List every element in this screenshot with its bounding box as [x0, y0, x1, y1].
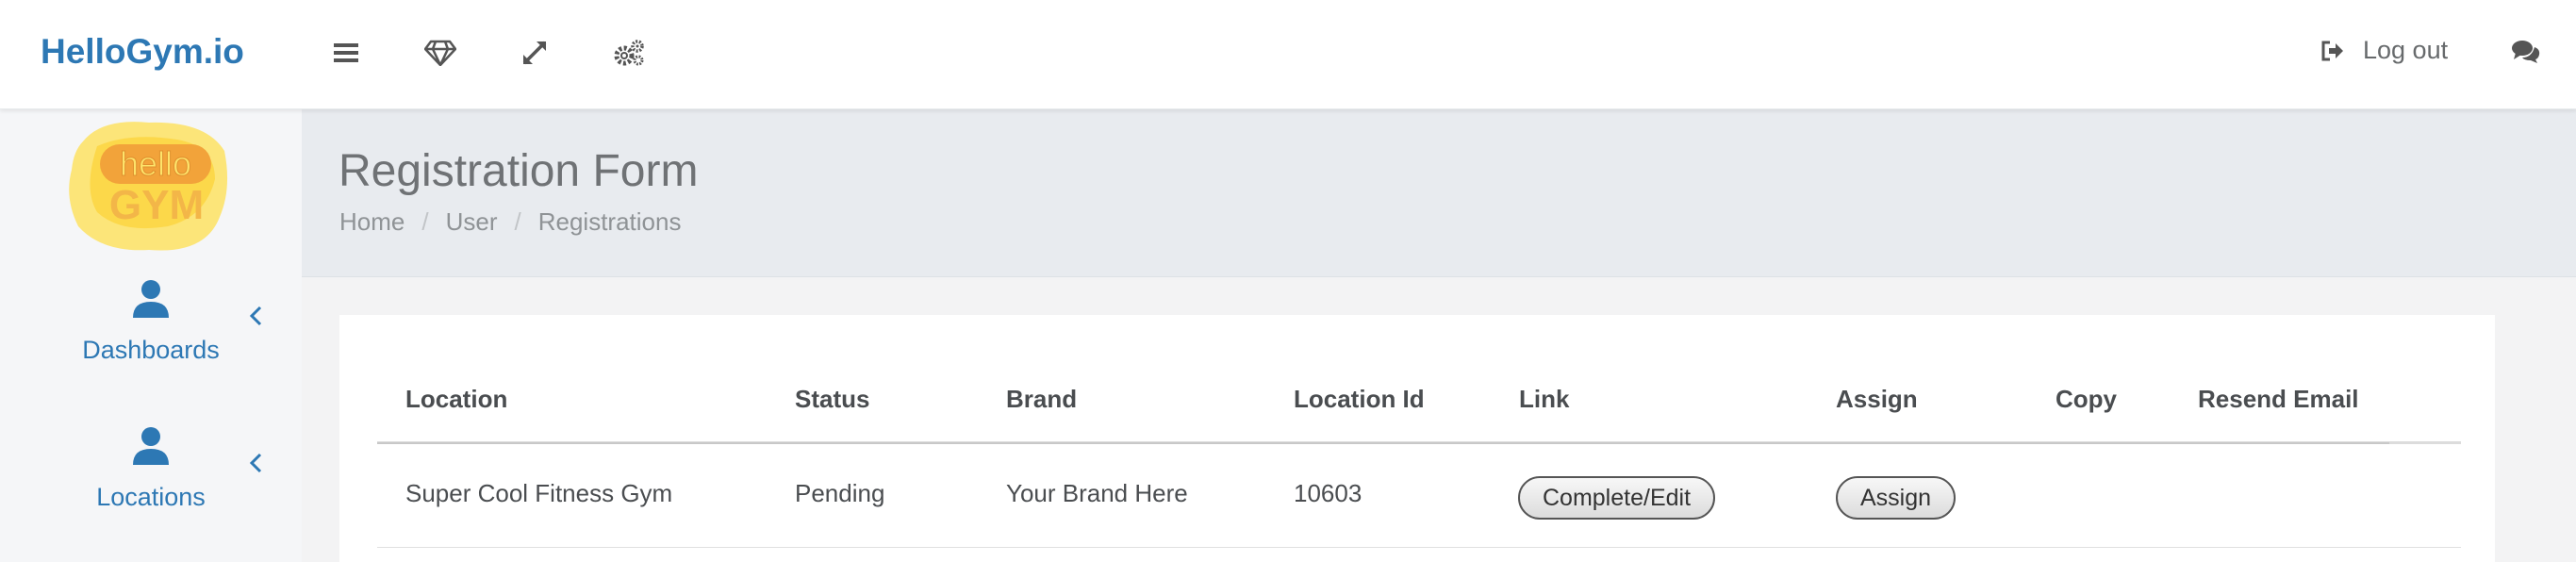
complete-edit-button[interactable]: Complete/Edit: [1518, 476, 1716, 520]
expand-icon[interactable]: [514, 32, 555, 74]
page-heading: Registration Form Home / User / Registra…: [302, 109, 2576, 277]
column-header-resend-email: Resend Email: [2198, 385, 2359, 413]
column-header-link: Link: [1519, 385, 1570, 413]
user-icon: [133, 280, 169, 318]
column-header-location-id: Location Id: [1294, 385, 1425, 413]
logout-link[interactable]: Log out: [2321, 36, 2448, 65]
column-header-status: Status: [795, 385, 870, 413]
top-navbar: HelloGym.io Log out: [0, 0, 2576, 109]
cell-status: Pending: [795, 479, 885, 507]
breadcrumb-registrations: Registrations: [537, 207, 682, 236]
cell-location-id: 10603: [1294, 479, 1362, 507]
svg-text:GYM: GYM: [109, 182, 204, 228]
user-icon: [133, 427, 169, 465]
table-row-divider: [377, 547, 2461, 548]
cell-location: Super Cool Fitness Gym: [405, 479, 673, 507]
comments-icon[interactable]: [2512, 40, 2540, 69]
breadcrumb-separator: /: [421, 207, 429, 236]
logout-label: Log out: [2363, 36, 2449, 64]
breadcrumb-separator: /: [514, 207, 521, 236]
sidebar-item-label: Dashboards: [82, 336, 220, 364]
chevron-left-icon: [249, 453, 262, 473]
table-header-divider: [377, 442, 2389, 444]
breadcrumb: Home / User / Registrations: [339, 207, 681, 237]
column-header-copy: Copy: [2056, 385, 2117, 413]
hamburger-icon[interactable]: [325, 32, 367, 74]
column-header-location: Location: [405, 385, 508, 413]
chevron-left-icon: [249, 306, 262, 326]
sidebar: hello GYM Dashboards Locations: [0, 109, 302, 562]
breadcrumb-user[interactable]: User: [446, 207, 498, 237]
sidebar-item-dashboards[interactable]: Dashboards: [0, 277, 302, 400]
hellogym-logo[interactable]: hello GYM: [64, 113, 234, 255]
page-title: Registration Form: [339, 146, 699, 196]
sign-out-icon: [2321, 41, 2343, 60]
sidebar-item-label: Locations: [96, 483, 206, 511]
breadcrumb-home[interactable]: Home: [339, 207, 405, 237]
assign-button[interactable]: Assign: [1836, 476, 1957, 520]
cogs-icon[interactable]: [608, 32, 650, 74]
column-header-brand: Brand: [1006, 385, 1078, 413]
cell-brand: Your Brand Here: [1006, 479, 1188, 507]
svg-text:hello: hello: [120, 144, 191, 183]
diamond-icon[interactable]: [420, 32, 461, 74]
brand-title[interactable]: HelloGym.io: [41, 32, 244, 72]
sidebar-item-locations[interactable]: Locations: [0, 424, 302, 547]
column-header-assign: Assign: [1836, 385, 1918, 413]
registrations-table: Location Status Brand Location Id Link A…: [339, 315, 2495, 562]
